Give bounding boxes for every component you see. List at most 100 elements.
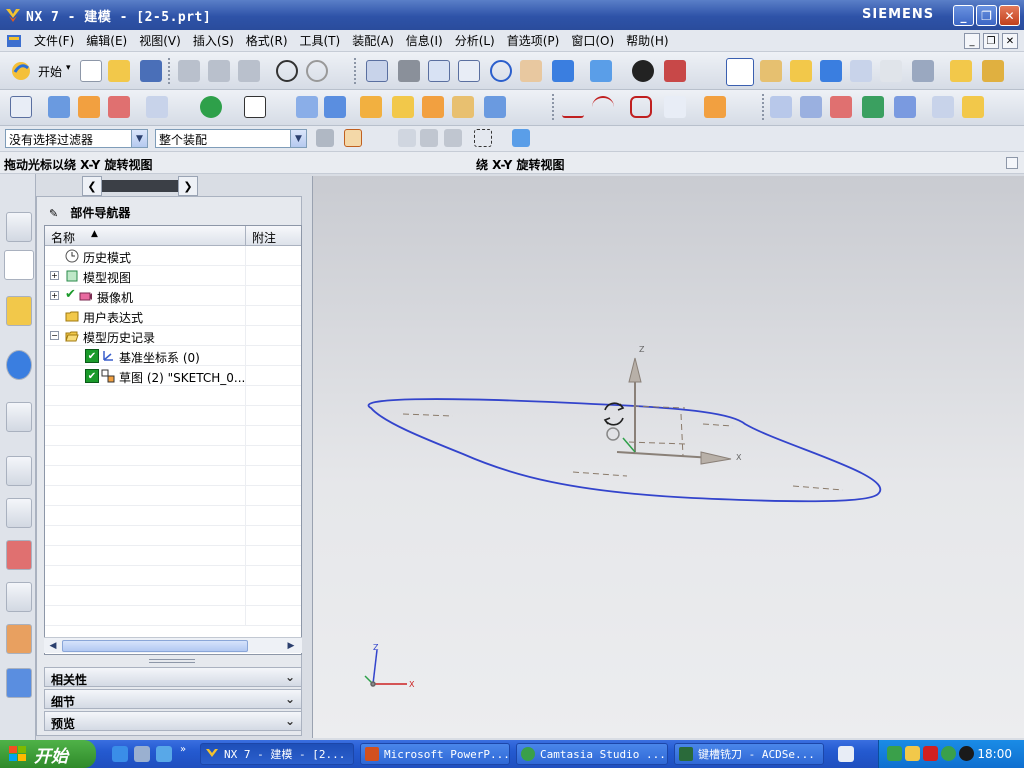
checkmark-icon[interactable]: ✔ — [65, 287, 79, 302]
checkbox-checked-icon[interactable]: ✔ — [85, 349, 99, 363]
tree-row-user-expressions[interactable]: 用户表达式 — [45, 306, 301, 326]
close-button[interactable]: ✕ — [999, 5, 1020, 26]
n-sided-surface-icon[interactable] — [862, 96, 884, 118]
chevron-down-icon[interactable]: ▼ — [131, 130, 147, 147]
sketch-icon[interactable] — [10, 96, 32, 118]
sweep-icon[interactable] — [108, 96, 130, 118]
scroll-left-button[interactable]: ❮ — [82, 176, 102, 196]
thicken-icon[interactable] — [932, 96, 954, 118]
fillet-curve-icon[interactable] — [630, 96, 652, 118]
open-folder-icon[interactable] — [108, 60, 130, 82]
tray-app-icon[interactable] — [923, 746, 938, 761]
assembly-navigator-tab[interactable] — [6, 212, 32, 242]
tray-app-icon[interactable] — [887, 746, 902, 761]
cut-icon[interactable] — [178, 60, 200, 82]
chamfer-icon[interactable] — [484, 96, 506, 118]
menu-analysis[interactable]: 分析(L) — [449, 32, 501, 49]
expand-icon[interactable]: + — [50, 271, 59, 280]
zoom-window-icon[interactable] — [398, 60, 420, 82]
tray-app-icon[interactable] — [941, 746, 956, 761]
wcs-dynamic-icon[interactable] — [726, 58, 754, 86]
history-tab[interactable] — [6, 456, 32, 486]
undo-icon[interactable] — [276, 60, 298, 82]
render-style-icon[interactable] — [590, 60, 612, 82]
paste-icon[interactable] — [238, 60, 260, 82]
spline-icon[interactable] — [664, 96, 686, 118]
show-desktop-icon[interactable] — [134, 746, 150, 762]
tree-row-datum-csys[interactable]: ✔ 基准坐标系 (0) — [45, 346, 301, 366]
media-quicklaunch-icon[interactable] — [156, 746, 172, 762]
new-file-icon[interactable] — [80, 60, 102, 82]
offset-curve-icon[interactable] — [704, 96, 726, 118]
wcs-rotate-icon[interactable] — [790, 60, 812, 82]
block-icon[interactable] — [296, 96, 318, 118]
select-feature-icon[interactable] — [444, 129, 462, 147]
windows-start-button[interactable]: 开始 — [0, 740, 96, 768]
measure-distance-icon[interactable] — [950, 60, 972, 82]
clock[interactable]: 18:00 — [977, 747, 1012, 761]
start-button[interactable]: 开始 — [38, 63, 62, 80]
keyboard-icon[interactable] — [838, 746, 854, 762]
expand-icon[interactable]: + — [50, 291, 59, 300]
filter-settings-icon[interactable] — [316, 129, 334, 147]
information-tab[interactable] — [6, 350, 32, 380]
scroll-left-icon[interactable]: ◀ — [46, 639, 60, 653]
orient-view-icon[interactable] — [632, 60, 654, 82]
wcs-x-direction-icon[interactable] — [850, 60, 872, 82]
doc-minimize-button[interactable]: _ — [964, 33, 980, 49]
copy-icon[interactable] — [208, 60, 230, 82]
dependencies-panel[interactable]: 相关性 ⌄ — [44, 667, 302, 687]
rotate-icon[interactable] — [490, 60, 512, 82]
scroll-right-icon[interactable]: ▶ — [284, 639, 298, 653]
status-toggle-icon[interactable] — [1006, 157, 1018, 169]
preview-panel[interactable]: 预览 ⌄ — [44, 711, 302, 731]
task-camtasia[interactable]: Camtasia Studio ... — [516, 743, 668, 765]
select-component-icon[interactable] — [512, 129, 530, 147]
menu-format[interactable]: 格式(R) — [240, 32, 294, 49]
swept-surface-icon[interactable] — [830, 96, 852, 118]
tree-row-cameras[interactable]: + ✔ 摄像机 — [45, 286, 301, 306]
datum-csys-icon[interactable] — [244, 96, 266, 118]
quicklaunch-more-icon[interactable]: » — [180, 744, 186, 755]
datum-plane-icon[interactable] — [146, 96, 168, 118]
doc-restore-button[interactable]: ❐ — [983, 33, 999, 49]
line-icon[interactable] — [562, 96, 584, 118]
toolbar-grip[interactable] — [552, 94, 555, 120]
redo-icon[interactable] — [306, 60, 328, 82]
measure-angle-icon[interactable] — [982, 60, 1004, 82]
menu-help[interactable]: 帮助(H) — [620, 32, 674, 49]
tree-row-sketch[interactable]: ✔ 草图 (2) "SKETCH_0... — [45, 366, 301, 386]
wcs-orient-icon[interactable] — [820, 60, 842, 82]
scrollbar-thumb[interactable] — [62, 640, 248, 652]
cylinder-icon[interactable] — [324, 96, 346, 118]
through-mesh-icon[interactable] — [800, 96, 822, 118]
manufacturing-wizard-tab[interactable] — [6, 582, 32, 612]
intersect-icon[interactable] — [422, 96, 444, 118]
menu-info[interactable]: 信息(I) — [400, 32, 449, 49]
point-icon[interactable] — [200, 96, 222, 118]
menu-window[interactable]: 窗口(O) — [565, 32, 620, 49]
zoom-in-out-icon[interactable] — [458, 60, 480, 82]
wcs-save-icon[interactable] — [912, 60, 934, 82]
tree-row-history-mode[interactable]: 历史模式 — [45, 246, 301, 266]
model-viewport[interactable]: Z X Z X — [313, 176, 1024, 738]
column-name-header[interactable]: 名称 — [51, 229, 75, 246]
through-curves-icon[interactable] — [770, 96, 792, 118]
collapse-icon[interactable]: − — [50, 331, 59, 340]
sew-icon[interactable] — [962, 96, 984, 118]
checkbox-checked-icon[interactable]: ✔ — [85, 369, 99, 383]
pan-icon[interactable] — [520, 60, 542, 82]
doc-close-button[interactable]: ✕ — [1002, 33, 1018, 49]
tree-row-model-history[interactable]: − 模型历史记录 — [45, 326, 301, 346]
ie-quicklaunch-icon[interactable] — [112, 746, 128, 762]
navigator-scroll-track[interactable] — [102, 180, 178, 192]
panel-resize-handle[interactable] — [149, 659, 195, 663]
subtract-icon[interactable] — [392, 96, 414, 118]
reuse-library-tab[interactable] — [6, 296, 32, 326]
toolbar-grip[interactable] — [354, 58, 357, 84]
wcs-display-icon[interactable] — [880, 60, 902, 82]
chevron-down-icon[interactable]: ⌄ — [285, 692, 295, 706]
menu-preferences[interactable]: 首选项(P) — [501, 32, 566, 49]
arc-icon[interactable] — [592, 96, 614, 118]
task-acdsee[interactable]: 键槽铣刀 - ACDSe... — [674, 743, 824, 765]
